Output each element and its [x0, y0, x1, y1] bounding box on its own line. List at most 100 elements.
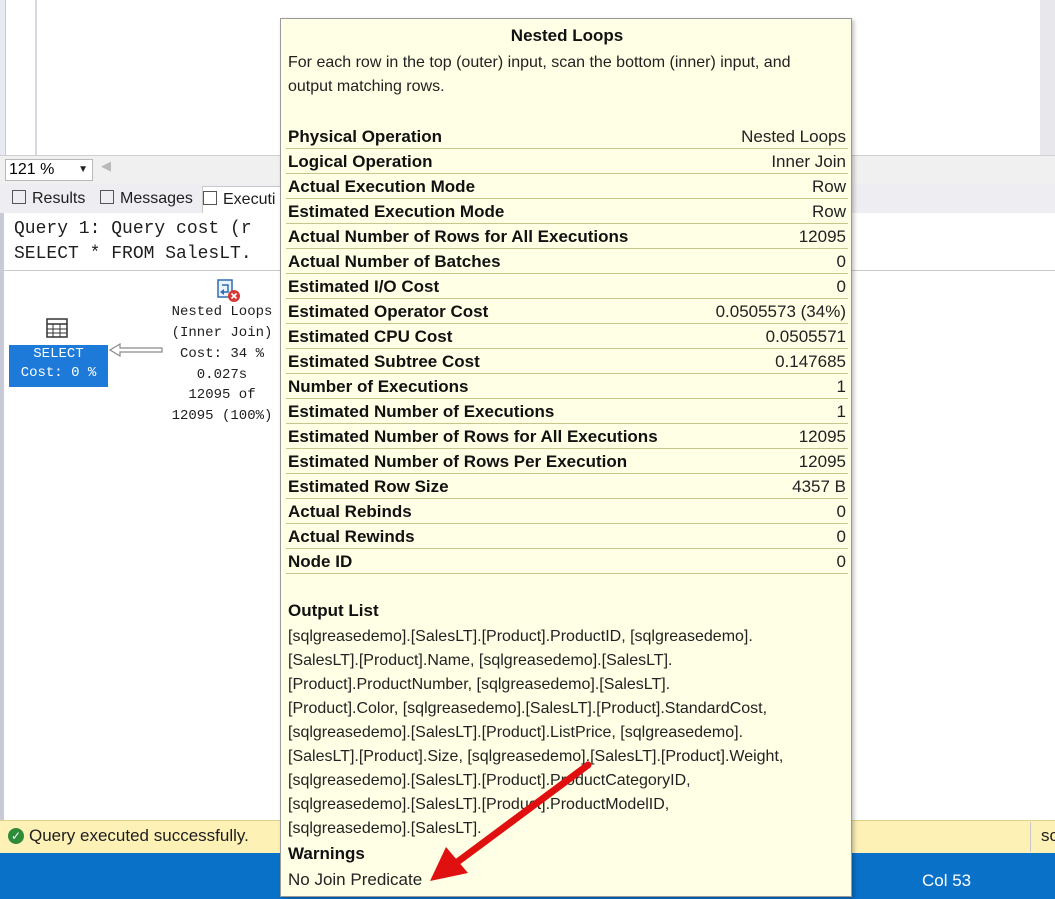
property-row: Estimated Subtree Cost 0.147685 [286, 349, 848, 374]
property-row: Estimated I/O Cost 0 [286, 274, 848, 299]
data-flow-arrow [108, 343, 163, 357]
property-row: Actual Execution Mode Row [286, 174, 848, 199]
nested-loops-rows: 12095 of [188, 387, 256, 403]
property-value: 0 [836, 552, 846, 571]
output-list-line: [Product].ProductNumber, [sqlgreasedemo]… [288, 676, 671, 693]
property-value: Inner Join [771, 152, 846, 171]
chevron-down-icon: ▼ [78, 164, 88, 175]
property-key: Estimated Subtree Cost [288, 352, 480, 371]
tab-messages[interactable]: Messages [100, 186, 193, 212]
query-text-line: SELECT * FROM SalesLT. [14, 244, 252, 264]
property-key: Estimated I/O Cost [288, 277, 440, 296]
property-value: 0.147685 [775, 352, 846, 371]
output-list-heading: Output List [288, 601, 379, 620]
tooltip-title: Nested Loops [510, 26, 624, 45]
property-key: Logical Operation [288, 152, 433, 171]
property-row: Estimated Number of Executions 1 [286, 399, 848, 424]
execution-plan-icon [203, 191, 217, 205]
property-row: Actual Number of Rows for All Executions… [286, 224, 848, 249]
property-value: 0 [836, 277, 846, 296]
nested-loops-cost: Cost: 34 % [179, 346, 264, 362]
editor-vertical-scrollbar[interactable] [1040, 0, 1055, 155]
property-key: Estimated Number of Rows for All Executi… [288, 427, 658, 446]
status-divider [1030, 822, 1031, 852]
property-value: 12095 [798, 452, 846, 471]
property-value: 12095 [798, 227, 846, 246]
property-row: Estimated Execution Mode Row [286, 199, 848, 224]
property-value: Row [811, 177, 846, 196]
property-key: Estimated Number of Executions [288, 402, 555, 421]
property-row: Estimated Operator Cost 0.0505573 (34%) [286, 299, 848, 324]
property-value: 1 [836, 402, 846, 421]
property-key: Estimated CPU Cost [288, 327, 453, 346]
property-row: Estimated Number of Rows Per Execution 12… [286, 449, 848, 474]
property-value: 1 [836, 377, 846, 396]
property-value: 0 [836, 527, 846, 546]
tooltip-properties: Physical Operation Nested Loops Logical O… [286, 124, 848, 574]
property-row: Estimated CPU Cost 0.0505571 [286, 324, 848, 349]
property-key: Actual Number of Rows for All Executions [288, 227, 629, 246]
select-operator-icon[interactable] [46, 318, 68, 338]
property-key: Estimated Row Size [288, 477, 449, 496]
property-key: Actual Number of Batches [288, 252, 501, 271]
status-message: Query executed successfully. [29, 826, 249, 845]
property-key: Actual Rebinds [288, 502, 412, 521]
property-key: Node ID [288, 552, 353, 571]
property-row: Logical Operation Inner Join [286, 149, 848, 174]
nested-loops-name: Nested Loops [171, 304, 273, 320]
property-value: 0.0505573 (34%) [715, 302, 846, 321]
red-annotation-arrow-icon [430, 761, 592, 881]
check-circle-icon: ✓ [8, 828, 24, 844]
property-row: Actual Rewinds 0 [286, 524, 848, 549]
tooltip-description: For each row in the top (outer) input, s… [288, 54, 791, 95]
tab-execution-plan-label: Executi [223, 191, 276, 208]
nested-loops-rows-pct: 12095 (100%) [171, 408, 273, 424]
editor-gutter [35, 0, 37, 155]
property-value: 4357 B [792, 477, 846, 496]
warning-text: No Join Predicate [288, 870, 423, 889]
grid-icon [12, 190, 26, 204]
property-row: Node ID 0 [286, 549, 848, 574]
zoom-value: 121 % [9, 161, 55, 178]
output-list-line: [SalesLT].[Product].Name, [sqlgreasedemo… [288, 652, 673, 669]
zoom-dropdown[interactable]: 121 % ▼ [5, 159, 93, 181]
scroll-left-icon[interactable]: ◀ [101, 158, 111, 174]
messages-icon [100, 190, 114, 204]
property-key: Number of Executions [288, 377, 469, 396]
select-operator-cost: Cost: 0 % [20, 365, 97, 381]
property-value: 12095 [798, 427, 846, 446]
property-value: 0 [836, 502, 846, 521]
tab-results-label: Results [32, 190, 86, 207]
property-row: Estimated Number of Rows for All Executi… [286, 424, 848, 449]
output-list-line: [sqlgreasedemo].[SalesLT].[Product].Prod… [288, 628, 753, 645]
output-list-line: [sqlgreasedemo].[SalesLT].[Product].List… [288, 724, 744, 741]
property-key: Physical Operation [288, 127, 442, 146]
property-row: Number of Executions 1 [286, 374, 848, 399]
warnings-heading: Warnings [288, 844, 365, 863]
editor-left-margin [0, 0, 6, 155]
property-key: Estimated Execution Mode [288, 202, 505, 221]
property-key: Actual Execution Mode [288, 177, 476, 196]
property-value: Row [811, 202, 846, 221]
tab-results[interactable]: Results [12, 186, 85, 212]
select-operator[interactable]: SELECT Cost: 0 % [9, 345, 108, 387]
property-value: 0.0505571 [765, 327, 846, 346]
column-indicator: Col 53 [922, 871, 972, 890]
status-server-fragment: sc [1041, 826, 1055, 845]
property-row: Actual Number of Batches 0 [286, 249, 848, 274]
output-list-line: [Product].Color, [sqlgreasedemo].[SalesL… [288, 700, 768, 717]
property-key: Actual Rewinds [288, 527, 415, 546]
nested-loops-icon[interactable] [215, 277, 241, 303]
property-value: 0 [836, 252, 846, 271]
window-left-border [0, 213, 4, 853]
nested-loops-join-type: (Inner Join) [171, 325, 273, 341]
property-row: Estimated Row Size 4357 B [286, 474, 848, 499]
property-key: Estimated Number of Rows Per Execution [288, 452, 628, 471]
nested-loops-time: 0.027s [196, 367, 248, 383]
property-key: Estimated Operator Cost [288, 302, 489, 321]
property-row: Physical Operation Nested Loops [286, 124, 848, 149]
query-cost-line: Query 1: Query cost (r [14, 219, 252, 239]
property-value: Nested Loops [741, 127, 846, 146]
select-operator-name: SELECT [33, 346, 84, 362]
tab-messages-label: Messages [120, 190, 193, 207]
